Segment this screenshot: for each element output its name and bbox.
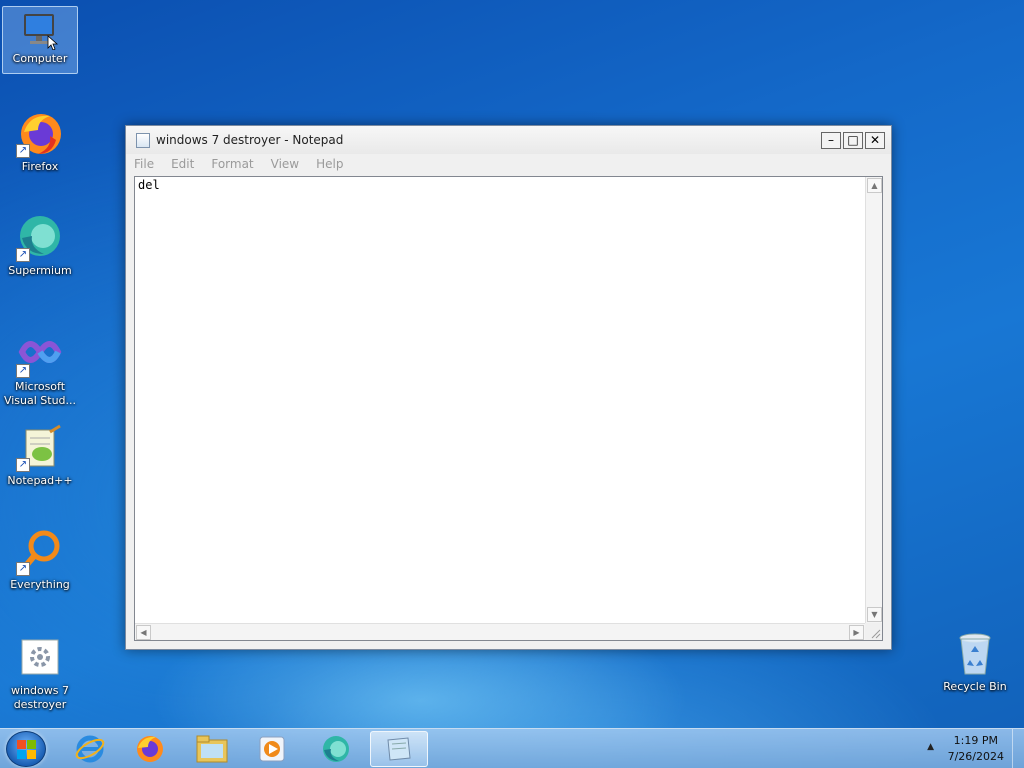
desktop-icon-label: Computer	[12, 52, 68, 65]
windows-logo-icon	[17, 740, 37, 760]
menu-bar: File Edit Format View Help	[126, 154, 891, 174]
batch-file-icon	[16, 634, 64, 682]
menu-edit[interactable]: Edit	[171, 157, 194, 171]
text-editor[interactable]: del	[135, 177, 865, 623]
notepadplusplus-icon: ↗	[16, 424, 64, 472]
vertical-scrollbar[interactable]: ▲ ▼	[865, 177, 882, 623]
desktop-icon-notepadplusplus[interactable]: ↗ Notepad++	[2, 424, 78, 488]
taskbar-firefox[interactable]	[122, 731, 178, 767]
shortcut-arrow-icon: ↗	[16, 458, 30, 472]
editor-frame: del ▲ ▼ ◀ ▶	[134, 176, 883, 641]
taskbar-media-player[interactable]	[244, 731, 300, 767]
shortcut-arrow-icon: ↗	[16, 144, 30, 158]
show-hidden-icons-button[interactable]: ▲	[927, 742, 934, 752]
scroll-down-button[interactable]: ▼	[867, 607, 882, 622]
scroll-left-button[interactable]: ◀	[136, 625, 151, 640]
shortcut-arrow-icon: ↗	[16, 562, 30, 576]
file-explorer-icon	[196, 735, 228, 763]
everything-icon: ↗	[16, 528, 64, 576]
horizontal-scrollbar[interactable]: ◀ ▶	[135, 623, 865, 640]
visual-studio-icon: ↗	[16, 330, 64, 378]
desktop-icon-label: Everything	[10, 578, 70, 591]
desktop-icon-label: Recycle Bin	[943, 680, 1007, 693]
desktop-icon-visual-studio[interactable]: ↗ Microsoft Visual Stud...	[2, 330, 78, 408]
menu-file[interactable]: File	[134, 157, 154, 171]
menu-format[interactable]: Format	[211, 157, 253, 171]
taskbar-file-explorer[interactable]	[184, 731, 240, 767]
media-player-icon	[259, 736, 285, 762]
taskbar-supermium[interactable]	[308, 731, 364, 767]
menu-view[interactable]: View	[271, 157, 299, 171]
desktop-icon-label: Supermium	[8, 264, 72, 277]
computer-icon	[18, 10, 62, 51]
resize-grip-icon[interactable]	[865, 623, 882, 640]
clock-date: 7/26/2024	[947, 750, 1004, 763]
window-title: windows 7 destroyer - Notepad	[156, 133, 344, 147]
maximize-button[interactable]: □	[843, 131, 863, 149]
menu-help[interactable]: Help	[316, 157, 343, 171]
minimize-button[interactable]: –	[821, 131, 841, 149]
internet-explorer-icon	[75, 735, 105, 763]
desktop-icon-label: windows 7 destroyer	[11, 684, 69, 711]
desktop-icon-windows7-destroyer[interactable]: windows 7 destroyer	[2, 634, 78, 712]
shortcut-arrow-icon: ↗	[16, 364, 30, 378]
desktop-icon-supermium[interactable]: ↗ Supermium	[2, 214, 78, 278]
clock-time: 1:19 PM	[953, 734, 998, 747]
taskbar-notepad[interactable]	[370, 731, 428, 767]
recycle-bin-icon	[951, 630, 999, 678]
start-button[interactable]	[6, 731, 46, 767]
title-bar[interactable]: windows 7 destroyer - Notepad – □ ✕	[126, 126, 891, 154]
desktop-icon-recycle-bin[interactable]: Recycle Bin	[937, 630, 1013, 694]
notepad-icon	[136, 132, 150, 148]
desktop-icon-label: Firefox	[21, 160, 59, 173]
scroll-right-button[interactable]: ▶	[849, 625, 864, 640]
desktop-icon-label: Microsoft Visual Stud...	[3, 380, 77, 407]
supermium-icon: ↗	[16, 214, 64, 262]
notepad-window[interactable]: windows 7 destroyer - Notepad – □ ✕ File…	[125, 125, 892, 650]
notepad-icon	[387, 737, 411, 761]
system-clock[interactable]: 1:19 PM 7/26/2024	[948, 733, 1004, 765]
shortcut-arrow-icon: ↗	[16, 248, 30, 262]
desktop-icon-everything[interactable]: ↗ Everything	[2, 528, 78, 592]
close-button[interactable]: ✕	[865, 131, 885, 149]
firefox-icon: ↗	[16, 110, 64, 158]
desktop-icon-firefox[interactable]: ↗ Firefox	[2, 110, 78, 174]
firefox-icon	[137, 736, 163, 762]
taskbar: ▲ 1:19 PM 7/26/2024	[0, 728, 1024, 768]
scroll-up-button[interactable]: ▲	[867, 178, 882, 193]
supermium-icon	[323, 736, 349, 762]
desktop-icon-label: Notepad++	[7, 474, 73, 487]
show-desktop-button[interactable]	[1012, 729, 1024, 768]
desktop-icon-computer[interactable]: Computer	[2, 6, 78, 74]
taskbar-internet-explorer[interactable]	[62, 731, 118, 767]
